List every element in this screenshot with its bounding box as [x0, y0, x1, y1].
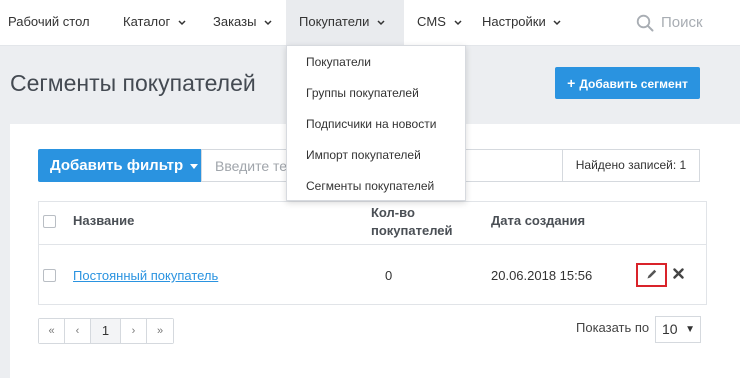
table-header-divider: [38, 244, 707, 245]
nav-item-label: Каталог: [123, 14, 171, 29]
nav-item-cms[interactable]: CMS: [417, 0, 462, 46]
dropdown-item-customers[interactable]: Покупатели: [306, 55, 371, 69]
nav-item-label: Покупатели: [299, 14, 370, 29]
delete-icon[interactable]: [673, 268, 684, 279]
prev-page-button[interactable]: ‹: [65, 319, 91, 343]
chevron-down-icon: [377, 20, 385, 25]
top-navigation: Рабочий стол Каталог Заказы Покупатели C…: [0, 0, 740, 46]
pencil-icon[interactable]: [646, 268, 658, 280]
select-all-checkbox[interactable]: [43, 215, 56, 228]
column-header-count-line2[interactable]: покупателей: [371, 221, 453, 241]
customers-dropdown-menu: Покупатели Группы покупателей Подписчики…: [286, 45, 466, 201]
nav-item-label: CMS: [417, 14, 446, 29]
column-header-name[interactable]: Название: [73, 211, 134, 231]
column-header-count-line1[interactable]: Кол-во: [371, 203, 415, 223]
add-filter-label: Добавить фильтр: [50, 157, 184, 174]
caret-down-icon: [190, 163, 199, 169]
chevron-down-icon: [264, 20, 272, 25]
nav-item-dashboard[interactable]: Рабочий стол: [8, 0, 90, 46]
per-page-value: 10: [662, 321, 678, 337]
last-page-button[interactable]: »: [147, 319, 173, 343]
pagination: « ‹ 1 › »: [38, 318, 174, 344]
row-checkbox[interactable]: [43, 269, 56, 282]
nav-item-label: Заказы: [213, 14, 257, 29]
nav-item-customers[interactable]: Покупатели: [286, 0, 404, 46]
chevron-down-icon: [453, 20, 462, 25]
chevron-down-icon: [553, 20, 561, 25]
nav-item-settings[interactable]: Настройки: [482, 0, 561, 46]
dropdown-item-customer-segments[interactable]: Сегменты покупателей: [306, 179, 434, 193]
current-page-button[interactable]: 1: [91, 319, 121, 343]
dropdown-item-customer-groups[interactable]: Группы покупателей: [306, 86, 419, 100]
page-title: Сегменты покупателей: [10, 70, 256, 96]
search-input[interactable]: Поиск: [661, 14, 703, 31]
nav-item-label: Настройки: [482, 14, 546, 29]
per-page-label: Показать по: [576, 320, 650, 335]
add-filter-button[interactable]: Добавить фильтр: [38, 149, 201, 182]
created-date: 20.06.2018 15:56: [491, 268, 593, 283]
nav-item-catalog[interactable]: Каталог: [123, 0, 186, 46]
next-page-button[interactable]: ›: [121, 319, 147, 343]
column-header-date[interactable]: Дата создания: [491, 211, 585, 231]
first-page-button[interactable]: «: [39, 319, 65, 343]
search-icon[interactable]: [636, 14, 654, 32]
add-segment-label: Добавить сегмент: [579, 77, 688, 91]
nav-item-label: Рабочий стол: [8, 14, 90, 29]
dropdown-item-newsletter-subscribers[interactable]: Подписчики на новости: [306, 117, 436, 131]
caret-down-icon: ▼: [685, 324, 695, 335]
dropdown-item-import-customers[interactable]: Импорт покупателей: [306, 148, 421, 162]
plus-icon: +: [567, 75, 576, 91]
add-segment-button[interactable]: + Добавить сегмент: [555, 67, 700, 99]
nav-item-orders[interactable]: Заказы: [213, 0, 272, 46]
per-page-select[interactable]: 10 ▼: [655, 316, 701, 343]
chevron-down-icon: [178, 20, 186, 25]
segment-name-link[interactable]: Постоянный покупатель: [73, 268, 218, 283]
records-count: Найдено записей: 1: [563, 149, 700, 182]
customer-count: 0: [385, 268, 393, 283]
